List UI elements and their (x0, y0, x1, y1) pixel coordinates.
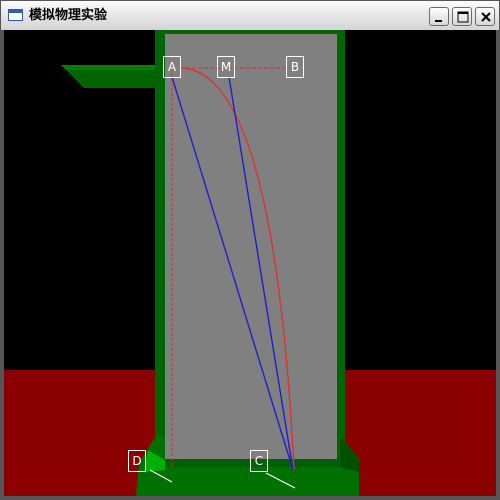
minimize-button[interactable] (429, 7, 449, 26)
point-label-c: C (250, 450, 268, 472)
app-window: 模拟物理实验 A M B C D (0, 0, 500, 500)
simulation-viewport[interactable]: A M B C D (4, 30, 496, 496)
window-title: 模拟物理实验 (29, 8, 108, 23)
point-label-a: A (163, 56, 181, 78)
experiment-board (165, 34, 337, 459)
title-bar[interactable]: 模拟物理实验 (0, 0, 500, 30)
close-button[interactable] (475, 7, 495, 26)
close-icon (481, 12, 491, 22)
point-label-b: B (286, 56, 304, 78)
minimize-icon (435, 20, 442, 22)
window-border-right (496, 30, 500, 500)
maximize-button[interactable] (452, 7, 472, 26)
point-label-m: M (217, 56, 235, 78)
maximize-icon (457, 11, 469, 23)
launch-ramp-top (61, 65, 163, 70)
window-border-bottom (0, 496, 500, 500)
application-window-icon (8, 9, 23, 21)
point-label-d: D (128, 450, 146, 472)
simulation-scene (4, 30, 496, 496)
